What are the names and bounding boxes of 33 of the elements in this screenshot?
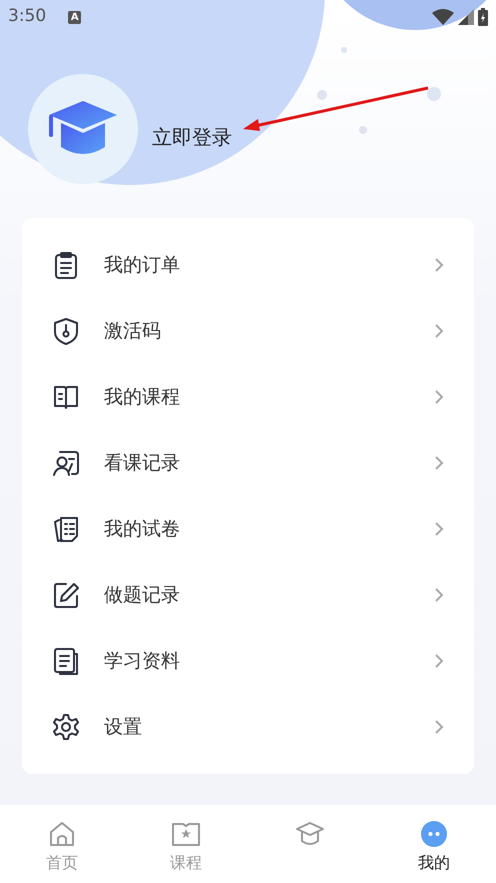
clipboard-icon	[52, 250, 80, 280]
wifi-icon	[432, 9, 454, 25]
home-icon	[47, 819, 77, 849]
documents-icon	[52, 646, 80, 676]
status-time: 3:50	[8, 5, 46, 28]
papers-icon	[52, 514, 80, 544]
menu-item[interactable]: 做题记录	[22, 562, 474, 628]
menu-item[interactable]: 我的课程	[22, 364, 474, 430]
menu-item[interactable]: 学习资料	[22, 628, 474, 694]
chevron-right-icon	[434, 323, 444, 339]
shield-key-icon	[52, 316, 80, 346]
menu-item[interactable]: 看课记录	[22, 430, 474, 496]
face-icon	[419, 819, 449, 849]
chevron-right-icon	[434, 389, 444, 405]
login-link[interactable]: 立即登录	[152, 122, 232, 152]
notification-icon: A	[68, 10, 82, 24]
tab[interactable]: 我的	[372, 805, 496, 883]
chevron-right-icon	[434, 653, 444, 669]
chevron-right-icon	[434, 257, 444, 273]
chevron-right-icon	[434, 719, 444, 735]
chevron-right-icon	[434, 521, 444, 537]
battery-icon	[478, 8, 488, 26]
chevron-right-icon	[434, 587, 444, 603]
menu-item[interactable]: 我的订单	[22, 232, 474, 298]
menu-item[interactable]: 设置	[22, 694, 474, 760]
settings-icon	[52, 712, 80, 742]
chevron-right-icon	[434, 455, 444, 471]
menu-item[interactable]: 我的试卷	[22, 496, 474, 562]
graduation-cap-icon	[49, 101, 117, 157]
signal-icon	[458, 9, 474, 25]
menu-item[interactable]: 激活码	[22, 298, 474, 364]
edit-icon	[52, 580, 80, 610]
person-card-icon	[52, 448, 80, 478]
